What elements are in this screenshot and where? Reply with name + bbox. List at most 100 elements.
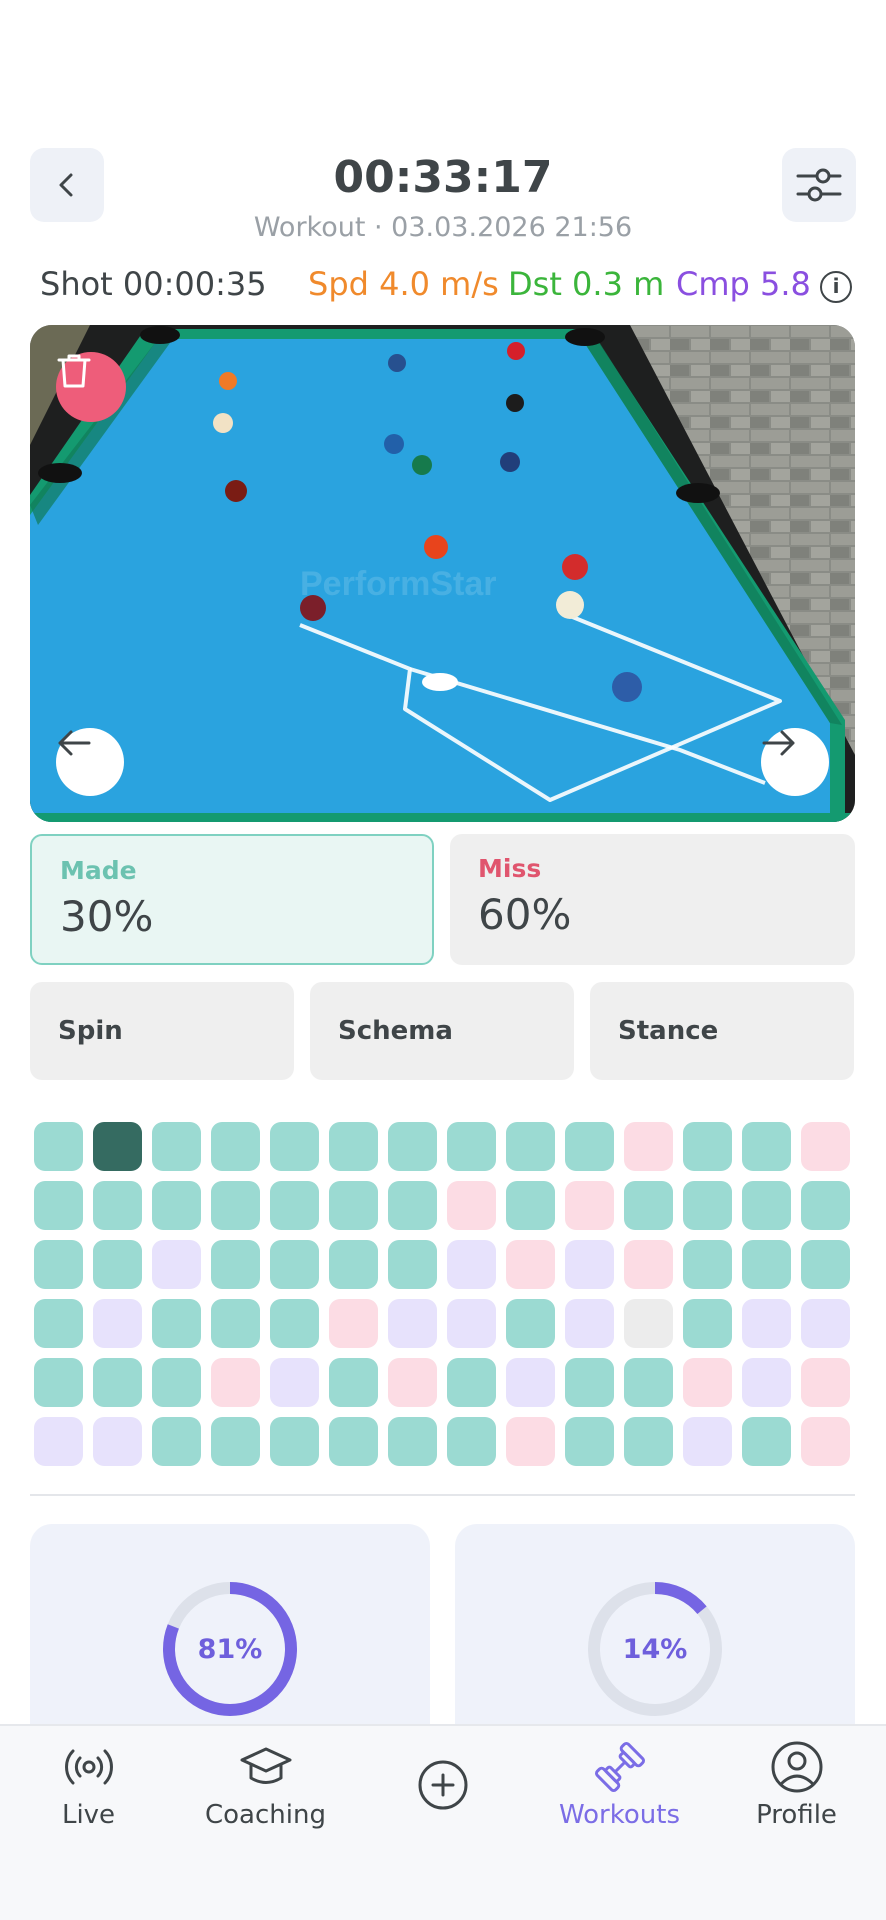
shot-cell-made[interactable] (270, 1122, 319, 1171)
shot-video[interactable]: PerformStar (30, 325, 855, 822)
shot-cell-other[interactable] (152, 1240, 201, 1289)
shot-cell-made[interactable] (506, 1299, 555, 1348)
shot-cell-made[interactable] (742, 1240, 791, 1289)
shot-cell-other[interactable] (93, 1417, 142, 1466)
shot-cell-made[interactable] (211, 1240, 260, 1289)
shot-cell-made[interactable] (742, 1417, 791, 1466)
summary-card-made-rate[interactable]: 81% (30, 1524, 430, 1754)
shot-cell-made[interactable] (93, 1240, 142, 1289)
previous-shot-button[interactable] (56, 728, 124, 796)
shot-cell-miss[interactable] (565, 1181, 614, 1230)
shot-cell-miss[interactable] (447, 1181, 496, 1230)
shot-cell-made[interactable] (152, 1358, 201, 1407)
tab-coaching[interactable]: Coaching (177, 1740, 354, 1850)
shot-cell-made[interactable] (624, 1358, 673, 1407)
shot-cell-selected[interactable] (93, 1122, 142, 1171)
shot-cell-made[interactable] (34, 1240, 83, 1289)
shot-cell-made[interactable] (447, 1122, 496, 1171)
shot-cell-made[interactable] (742, 1181, 791, 1230)
summary-card-secondary-rate[interactable]: 14% (455, 1524, 855, 1754)
shot-cell-other[interactable] (447, 1299, 496, 1348)
shot-cell-made[interactable] (34, 1299, 83, 1348)
shot-cell-made[interactable] (329, 1240, 378, 1289)
shot-cell-made[interactable] (270, 1299, 319, 1348)
shot-cell-made[interactable] (329, 1417, 378, 1466)
schema-button[interactable]: Schema (310, 982, 574, 1080)
shot-cell-made[interactable] (329, 1358, 378, 1407)
stance-button[interactable]: Stance (590, 982, 854, 1080)
shot-cell-other[interactable] (683, 1417, 732, 1466)
shot-cell-made[interactable] (211, 1417, 260, 1466)
filter-button[interactable] (782, 148, 856, 222)
shot-cell-other[interactable] (93, 1299, 142, 1348)
shot-cell-miss[interactable] (801, 1358, 850, 1407)
shot-cell-made[interactable] (329, 1122, 378, 1171)
shot-cell-other[interactable] (742, 1358, 791, 1407)
spin-button[interactable]: Spin (30, 982, 294, 1080)
made-card[interactable]: Made 30% (30, 834, 434, 965)
shot-cell-made[interactable] (683, 1240, 732, 1289)
shot-cell-made[interactable] (683, 1299, 732, 1348)
shot-cell-made[interactable] (801, 1181, 850, 1230)
shot-cell-made[interactable] (152, 1181, 201, 1230)
shot-cell-made[interactable] (329, 1181, 378, 1230)
shot-cell-miss[interactable] (683, 1358, 732, 1407)
shot-cell-other[interactable] (565, 1299, 614, 1348)
shot-cell-made[interactable] (211, 1122, 260, 1171)
shot-cell-made[interactable] (270, 1240, 319, 1289)
shot-cell-made[interactable] (506, 1122, 555, 1171)
shot-cell-made[interactable] (34, 1358, 83, 1407)
shot-cell-made[interactable] (34, 1122, 83, 1171)
shot-cell-made[interactable] (270, 1181, 319, 1230)
shot-cell-other[interactable] (270, 1358, 319, 1407)
shot-cell-empty[interactable] (624, 1299, 673, 1348)
next-shot-button[interactable] (761, 728, 829, 796)
shot-cell-other[interactable] (388, 1299, 437, 1348)
shot-cell-made[interactable] (93, 1358, 142, 1407)
shot-cell-made[interactable] (211, 1299, 260, 1348)
shot-cell-other[interactable] (447, 1240, 496, 1289)
shot-cell-made[interactable] (152, 1417, 201, 1466)
shot-cell-miss[interactable] (388, 1358, 437, 1407)
shot-cell-made[interactable] (388, 1122, 437, 1171)
shot-cell-made[interactable] (683, 1181, 732, 1230)
info-icon[interactable]: i (820, 271, 852, 303)
shot-cell-made[interactable] (624, 1181, 673, 1230)
shot-cell-made[interactable] (34, 1181, 83, 1230)
shot-cell-miss[interactable] (506, 1240, 555, 1289)
shot-cell-miss[interactable] (506, 1417, 555, 1466)
shot-cell-made[interactable] (801, 1240, 850, 1289)
miss-card[interactable]: Miss 60% (450, 834, 855, 965)
shot-cell-miss[interactable] (624, 1240, 673, 1289)
shot-cell-made[interactable] (447, 1358, 496, 1407)
shot-cell-miss[interactable] (801, 1417, 850, 1466)
shot-cell-made[interactable] (270, 1417, 319, 1466)
shot-cell-made[interactable] (506, 1181, 555, 1230)
shot-cell-miss[interactable] (211, 1358, 260, 1407)
shot-cell-made[interactable] (565, 1122, 614, 1171)
shot-cell-made[interactable] (565, 1358, 614, 1407)
shot-cell-made[interactable] (388, 1181, 437, 1230)
shot-cell-other[interactable] (742, 1299, 791, 1348)
shot-cell-made[interactable] (742, 1122, 791, 1171)
shot-cell-made[interactable] (93, 1181, 142, 1230)
shot-cell-made[interactable] (388, 1417, 437, 1466)
shot-cell-made[interactable] (211, 1181, 260, 1230)
shot-cell-made[interactable] (683, 1122, 732, 1171)
shot-cell-made[interactable] (447, 1417, 496, 1466)
shot-cell-made[interactable] (152, 1122, 201, 1171)
shot-cell-other[interactable] (801, 1299, 850, 1348)
shot-cell-made[interactable] (152, 1299, 201, 1348)
shot-cell-made[interactable] (624, 1417, 673, 1466)
tab-live[interactable]: Live (0, 1740, 177, 1850)
shot-cell-miss[interactable] (624, 1122, 673, 1171)
shot-cell-made[interactable] (565, 1417, 614, 1466)
shot-cell-miss[interactable] (329, 1299, 378, 1348)
shot-cell-made[interactable] (388, 1240, 437, 1289)
tab-workouts[interactable]: Workouts (531, 1740, 708, 1850)
delete-shot-button[interactable] (56, 352, 126, 422)
shot-cell-other[interactable] (565, 1240, 614, 1289)
tab-add[interactable] (354, 1740, 531, 1850)
shot-cell-miss[interactable] (801, 1122, 850, 1171)
shot-cell-other[interactable] (506, 1358, 555, 1407)
